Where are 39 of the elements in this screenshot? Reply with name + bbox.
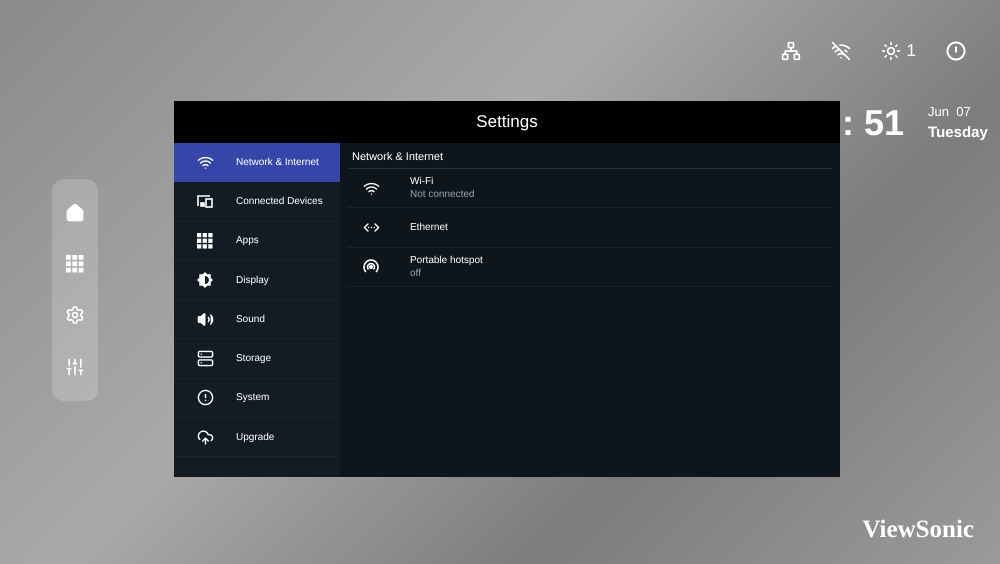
sidebar-item[interactable]: Upgrade xyxy=(174,418,340,458)
entry-subtitle: Not connected xyxy=(410,188,474,202)
entry-title: Wi-Fi xyxy=(410,175,434,188)
settings-entry[interactable]: Portable hotspot off xyxy=(348,248,832,287)
apps-grid-icon xyxy=(197,232,213,249)
entry-title: Ethernet xyxy=(410,220,448,234)
sidebar-item[interactable]: Storage xyxy=(174,339,340,379)
home-icon[interactable] xyxy=(65,203,85,223)
settings-entry[interactable]: Ethernet xyxy=(348,208,832,248)
cloud-upload-icon xyxy=(196,428,214,446)
sidebar-item[interactable]: Connected Devices xyxy=(174,182,340,222)
power-icon[interactable] xyxy=(946,40,966,61)
settings-icon[interactable] xyxy=(65,305,85,325)
network-icon[interactable] xyxy=(780,40,801,61)
brand-logo: ViewSonic xyxy=(862,514,974,544)
settings-entry[interactable]: Wi-Fi Not connected xyxy=(348,169,832,208)
sliders-icon[interactable] xyxy=(65,357,85,377)
devices-icon xyxy=(196,194,214,208)
entry-subtitle: off xyxy=(410,266,422,280)
entry-title: Portable hotspot xyxy=(410,254,483,267)
sidebar-item[interactable]: System xyxy=(174,378,340,418)
brightness-value: 1 xyxy=(906,40,916,62)
wifi-off-icon[interactable] xyxy=(830,40,851,61)
clock-time: : 51 xyxy=(842,101,904,145)
dialog-title: Settings xyxy=(476,111,538,134)
sidebar-item[interactable]: Display xyxy=(174,260,340,300)
brightness-icon xyxy=(197,272,213,288)
sidebar-item[interactable]: Sound xyxy=(174,300,340,340)
section-heading: Network & Internet xyxy=(352,150,444,164)
sidebar-item[interactable]: Apps xyxy=(174,222,340,261)
apps-grid-icon xyxy=(66,255,84,273)
alert-circle-icon xyxy=(196,389,214,406)
clock-weekday: Tuesday xyxy=(928,122,988,142)
sidebar-item[interactable]: Network & Internet xyxy=(174,143,340,182)
clock-date: Jun 07 xyxy=(928,103,972,121)
storage-icon xyxy=(196,350,214,368)
wifi-icon xyxy=(196,154,214,172)
speaker-icon xyxy=(196,310,214,328)
brightness-icon[interactable] xyxy=(880,40,901,61)
